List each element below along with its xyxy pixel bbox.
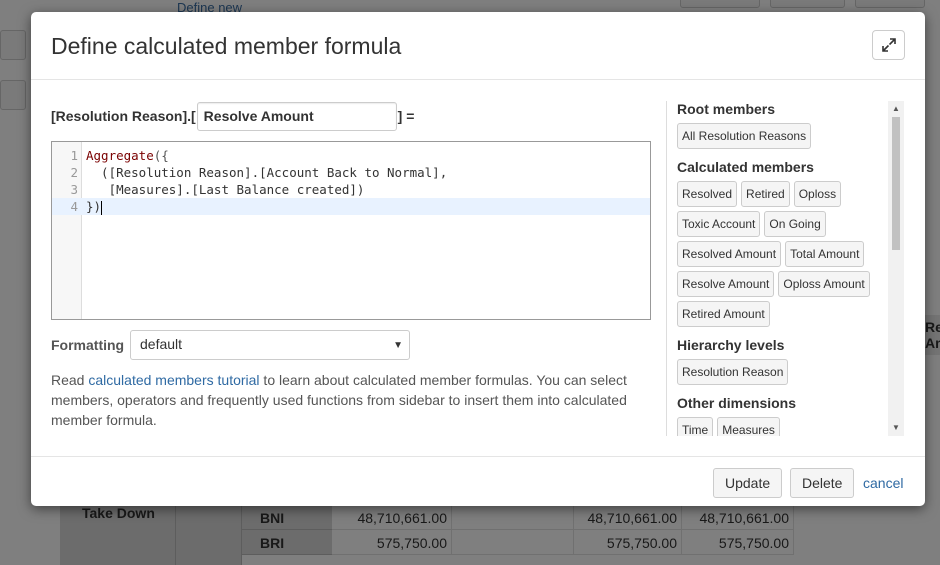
calculated-members-title: Calculated members: [677, 159, 814, 175]
code-line-active: 4 }): [52, 198, 650, 215]
line-number: 4: [70, 199, 78, 214]
help-text: Read calculated members tutorial to lear…: [51, 372, 627, 428]
expand-button[interactable]: [872, 30, 905, 60]
tutorial-link[interactable]: calculated members tutorial: [88, 372, 259, 388]
code-line: 1 Aggregate({: [52, 147, 650, 164]
member-chip[interactable]: Retired: [741, 181, 790, 207]
dimension-chip[interactable]: Measures: [717, 417, 780, 436]
line-number: 1: [70, 148, 78, 163]
formatting-select[interactable]: default ▼: [130, 330, 410, 360]
expand-arrows-icon: [881, 38, 896, 52]
member-chip[interactable]: Resolved Amount: [677, 241, 782, 267]
dialog-header: Define calculated member formula: [31, 12, 925, 80]
sidebar-scrollbar[interactable]: ▲ ▼: [888, 101, 904, 436]
dimension-chip[interactable]: Time: [677, 417, 714, 436]
other-dimensions-list: Time Measures: [677, 417, 882, 436]
member-chip[interactable]: Resolved: [677, 181, 738, 207]
hierarchy-levels-title: Hierarchy levels: [677, 337, 785, 353]
code-text: }): [86, 199, 102, 214]
calculated-member-dialog: Define calculated member formula [Resolu…: [31, 12, 925, 506]
calculated-members-list: Resolved Retired Oploss Toxic Account On…: [677, 181, 882, 331]
code-text: ([Resolution Reason].[Account Back to No…: [86, 165, 448, 180]
scroll-thumb[interactable]: [892, 117, 900, 250]
line-number: 3: [70, 182, 78, 197]
member-name-input[interactable]: [196, 101, 397, 131]
caret-down-icon: ▼: [393, 340, 403, 351]
root-members-title: Root members: [677, 101, 776, 117]
delete-button[interactable]: Delete: [790, 468, 855, 498]
line-number: 2: [70, 165, 78, 180]
update-button[interactable]: Update: [713, 468, 783, 498]
member-chip[interactable]: On Going: [764, 211, 826, 237]
member-chip[interactable]: All Resolution Reasons: [677, 123, 812, 149]
level-chip[interactable]: Resolution Reason: [677, 359, 789, 385]
formatting-row: Formatting default ▼: [51, 330, 410, 360]
formula-panel: [Resolution Reason].[ ] = 1 Aggregate({ …: [51, 81, 651, 456]
member-chip[interactable]: Toxic Account: [677, 211, 761, 237]
scroll-up-arrow-icon[interactable]: ▲: [888, 101, 904, 117]
member-sidebar: Root members All Resolution Reasons Calc…: [666, 101, 904, 436]
dialog-title: Define calculated member formula: [51, 33, 402, 59]
hierarchy-levels-list: Resolution Reason: [677, 359, 882, 389]
other-dimensions-title: Other dimensions: [677, 395, 797, 411]
function-name: Aggregate: [86, 148, 154, 163]
name-suffix: ] =: [397, 108, 415, 124]
code-text: [Measures].[Last Balance created]): [86, 182, 365, 197]
formula-editor[interactable]: 1 Aggregate({ 2 ([Resolution Reason].[Ac…: [51, 141, 651, 320]
scroll-down-arrow-icon[interactable]: ▼: [888, 420, 904, 436]
member-name-row: [Resolution Reason].[ ] =: [51, 101, 414, 131]
member-chip[interactable]: Resolve Amount: [677, 271, 775, 297]
root-members-list: All Resolution Reasons: [677, 123, 882, 153]
member-chip[interactable]: Total Amount: [785, 241, 865, 267]
code-line: 3 [Measures].[Last Balance created]): [52, 181, 650, 198]
member-chip[interactable]: Oploss: [793, 181, 842, 207]
name-prefix: [Resolution Reason].[: [51, 108, 196, 124]
text-cursor: [101, 200, 103, 215]
member-chip[interactable]: Oploss Amount: [778, 271, 870, 297]
formatting-label: Formatting: [51, 337, 125, 353]
formatting-value: default: [140, 336, 183, 352]
cancel-link[interactable]: cancel: [863, 475, 903, 491]
code-line: 2 ([Resolution Reason].[Account Back to …: [52, 164, 650, 181]
member-chip[interactable]: Retired Amount: [677, 301, 770, 327]
dialog-body: [Resolution Reason].[ ] = 1 Aggregate({ …: [31, 81, 925, 456]
dialog-footer: Update Delete cancel: [31, 456, 925, 506]
